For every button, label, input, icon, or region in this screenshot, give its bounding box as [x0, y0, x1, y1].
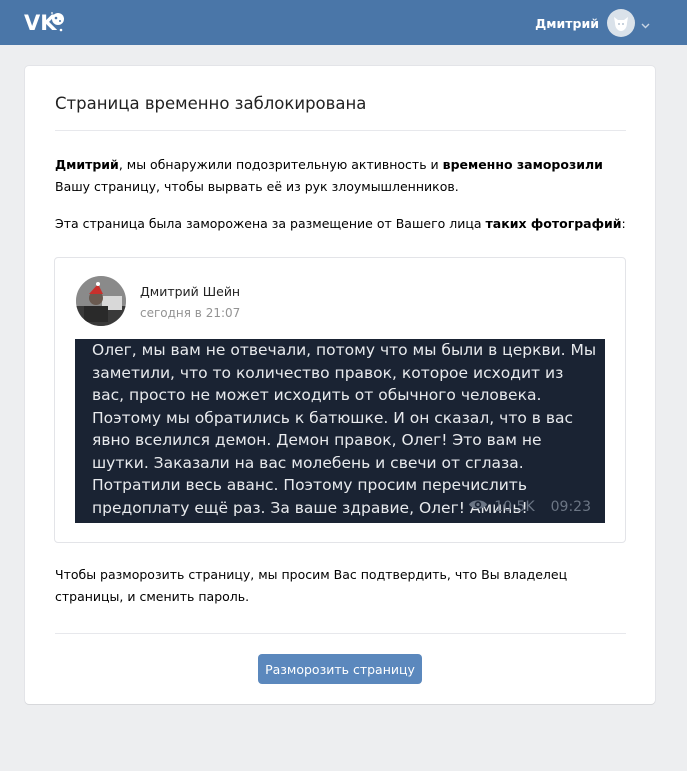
chevron-down-icon[interactable]: [641, 14, 650, 33]
video-caption-text: Олег, мы вам не отвечали, потому что мы …: [92, 341, 597, 517]
intro-text-part: Вашу страницу, чтобы вырвать её из рук з…: [55, 179, 459, 194]
svg-text:VK: VK: [24, 11, 57, 34]
title-divider: [55, 130, 626, 131]
reason-text-part: :: [621, 216, 626, 231]
bottom-divider: [55, 633, 626, 634]
intro-text: Дмитрий, мы обнаружили подозрительную ак…: [55, 154, 630, 198]
post-author-avatar[interactable]: [76, 276, 126, 326]
vk-logo-icon[interactable]: VK: [24, 10, 66, 38]
unfreeze-page-button[interactable]: Разморозить страницу: [258, 654, 422, 684]
top-header: VK Дмитрий: [0, 0, 687, 45]
default-avatar-icon[interactable]: [607, 9, 635, 37]
user-menu[interactable]: Дмитрий: [535, 9, 650, 37]
reason-text: Эта страница была заморожена за размещен…: [55, 213, 630, 235]
reported-post: Дмитрий Шейн сегодня в 21:07 Олег, мы ва…: [54, 257, 626, 543]
video-player[interactable]: Олег, мы вам не отвечали, потому что мы …: [75, 339, 605, 523]
views-count: 10.5K: [494, 498, 535, 515]
reason-text-part: Эта страница была заморожена за размещен…: [55, 216, 486, 231]
intro-user-name: Дмитрий: [55, 157, 119, 172]
user-name[interactable]: Дмитрий: [535, 16, 599, 31]
page-title: Страница временно заблокирована: [55, 94, 367, 113]
video-meta: 10.5K 09:23: [468, 498, 591, 515]
reason-bold-text: таких фотографий: [485, 216, 622, 231]
post-time[interactable]: сегодня в 21:07: [140, 306, 240, 320]
blocked-page-card: Страница временно заблокирована Дмитрий,…: [25, 66, 655, 704]
eye-icon: [468, 498, 488, 515]
intro-bold-text: временно заморозили: [442, 157, 603, 172]
video-duration: 09:23: [550, 498, 591, 515]
instruction-text: Чтобы разморозить страницу, мы просим Ва…: [55, 567, 568, 604]
intro-text-part: , мы обнаружили подозрительную активност…: [118, 157, 443, 172]
post-author-name[interactable]: Дмитрий Шейн: [140, 284, 240, 299]
